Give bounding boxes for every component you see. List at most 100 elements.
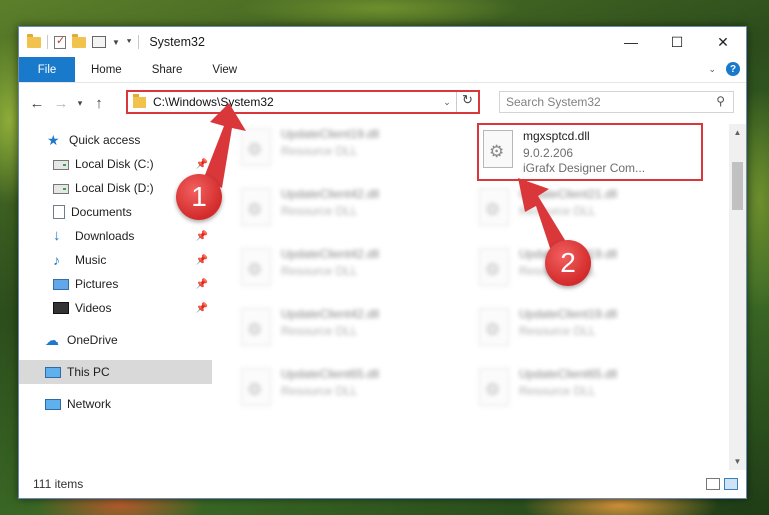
file-name: UpdateClient42.dll: [281, 307, 380, 321]
pin-icon[interactable]: 📌: [196, 279, 208, 290]
sidebar-item-music[interactable]: ♪ Music 📌: [19, 248, 212, 272]
tab-share[interactable]: Share: [137, 64, 198, 76]
search-placeholder: Search System32: [506, 95, 601, 109]
file-description: iGrafx Designer Com...: [523, 161, 646, 175]
properties-check-icon[interactable]: [54, 34, 66, 49]
sidebar-item-network[interactable]: Network: [19, 392, 212, 416]
large-icons-view-icon[interactable]: [724, 478, 738, 490]
tab-view[interactable]: View: [197, 64, 252, 76]
status-bar: 111 items: [19, 470, 746, 498]
dll-file-icon: ⚙: [241, 188, 271, 226]
search-icon[interactable]: ⚲: [716, 94, 725, 108]
step-1-badge: 1: [176, 174, 222, 220]
sidebar-item-label: Local Disk (D:): [75, 181, 154, 195]
disk-icon: [53, 160, 69, 170]
new-folder-icon[interactable]: [72, 33, 86, 48]
dll-file-icon: ⚙: [241, 308, 271, 346]
expand-ribbon-icon[interactable]: ⌄: [708, 64, 716, 75]
sidebar-item-videos[interactable]: Videos 📌: [19, 296, 212, 320]
details-view-icon[interactable]: [706, 478, 720, 490]
vertical-scrollbar[interactable]: ▲ ▼: [729, 124, 746, 470]
help-icon[interactable]: ?: [726, 62, 740, 76]
search-input[interactable]: Search System32 ⚲: [499, 91, 734, 113]
file-item[interactable]: ⚙ UpdateClient42.dll Resource DLL: [241, 244, 461, 298]
file-item[interactable]: ⚙ UpdateClient19.dll Resource DLL: [479, 304, 699, 358]
dll-file-icon: ⚙: [241, 248, 271, 286]
title-bar: ▼ ⯆ System32 — ☐ ✕: [19, 27, 746, 57]
file-type: Resource DLL: [281, 144, 358, 158]
folder-icon[interactable]: [27, 33, 41, 48]
file-type: Resource DLL: [519, 324, 596, 338]
folder-icon: [133, 93, 146, 108]
file-name: UpdateClient21.dll: [519, 187, 618, 201]
address-row: ← → ▾ ↑ C:\Windows\System32 ⌄ ↻ Search S…: [19, 83, 746, 123]
file-item[interactable]: ⚙ UpdateClient42.dll Resource DLL: [241, 184, 461, 238]
maximize-button[interactable]: ☐: [654, 27, 700, 57]
scroll-up-icon[interactable]: ▲: [729, 128, 746, 137]
dll-file-icon: ⚙: [241, 368, 271, 406]
sidebar-item-label: Downloads: [75, 229, 135, 243]
sidebar-item-local-disk-c[interactable]: Local Disk (C:) 📌: [19, 152, 212, 176]
window-controls: — ☐ ✕: [608, 27, 746, 57]
divider: [47, 35, 48, 49]
customize-toolbar-icon[interactable]: ⯆: [126, 37, 132, 47]
sidebar-item-this-pc[interactable]: This PC: [19, 360, 212, 384]
file-item[interactable]: ⚙ UpdateClient65.dll Resource DLL: [241, 364, 461, 418]
file-item-mgxsptcd[interactable]: ⚙ mgxsptcd.dll 9.0.2.206 iGrafx Designer…: [477, 123, 703, 181]
file-item[interactable]: ⚙ UpdateClient21.dll Resource DLL: [479, 184, 699, 238]
chevron-down-icon[interactable]: ▼: [112, 38, 120, 47]
up-button[interactable]: ↑: [87, 95, 111, 112]
address-path[interactable]: C:\Windows\System32: [153, 95, 438, 109]
file-item[interactable]: ⚙ UpdateClient19.dll Resource DLL: [241, 124, 461, 178]
file-type: Resource DLL: [519, 384, 596, 398]
sidebar-item-label: This PC: [67, 365, 110, 379]
refresh-button[interactable]: ↻: [456, 92, 478, 112]
pin-icon[interactable]: 📌: [196, 255, 208, 266]
file-name: UpdateClient19.dll: [519, 307, 618, 321]
file-type: Resource DLL: [281, 264, 358, 278]
file-name: UpdateClient65.dll: [281, 367, 380, 381]
properties-icon[interactable]: [92, 36, 106, 48]
ribbon-right: ⌄ ?: [708, 62, 740, 76]
download-icon: ↓: [53, 227, 61, 244]
file-item[interactable]: ⚙ UpdateClient65.dll Resource DLL: [479, 364, 699, 418]
tab-home[interactable]: Home: [75, 64, 137, 76]
sidebar-item-label: Quick access: [69, 133, 141, 147]
file-type: Resource DLL: [281, 324, 358, 338]
address-bar[interactable]: C:\Windows\System32 ⌄ ↻: [126, 90, 480, 114]
sidebar-item-label: OneDrive: [67, 333, 118, 347]
chevron-down-icon[interactable]: ⌄: [438, 97, 456, 108]
dll-file-icon: ⚙: [479, 248, 509, 286]
disk-icon: [53, 184, 69, 194]
scroll-down-icon[interactable]: ▼: [729, 457, 746, 466]
close-button[interactable]: ✕: [700, 27, 746, 57]
sidebar-item-onedrive[interactable]: ☁ OneDrive: [19, 328, 212, 352]
back-button[interactable]: ←: [25, 95, 49, 112]
music-icon: ♪: [53, 252, 60, 268]
tab-file[interactable]: File: [19, 57, 75, 82]
sidebar-item-pictures[interactable]: Pictures 📌: [19, 272, 212, 296]
divider: [138, 35, 140, 49]
item-count: 111 items: [33, 477, 84, 491]
file-item[interactable]: ⚙ UpdateClient42.dll Resource DLL: [241, 304, 461, 358]
pin-icon[interactable]: 📌: [196, 231, 208, 242]
forward-button[interactable]: →: [49, 95, 73, 112]
scrollbar-thumb[interactable]: [732, 162, 743, 210]
window-title: System32: [149, 35, 205, 49]
sidebar-item-label: Videos: [75, 301, 112, 315]
sidebar-item-quick-access[interactable]: ★ Quick access: [19, 128, 212, 152]
step-2-badge: 2: [545, 240, 591, 286]
file-type: Resource DLL: [519, 204, 596, 218]
pin-icon[interactable]: 📌: [196, 303, 208, 314]
recent-locations-button[interactable]: ▾: [73, 98, 87, 109]
dll-file-icon: ⚙: [479, 368, 509, 406]
pin-icon[interactable]: 📌: [196, 159, 208, 170]
ribbon-tabs: File Home Share View ⌄ ?: [19, 57, 746, 83]
file-type: Resource DLL: [281, 384, 358, 398]
dll-file-icon: ⚙: [241, 128, 271, 166]
file-name: mgxsptcd.dll: [523, 129, 590, 143]
sidebar-item-downloads[interactable]: ↓ Downloads 📌: [19, 224, 212, 248]
file-name: UpdateClient19.dll: [281, 127, 380, 141]
minimize-button[interactable]: —: [608, 27, 654, 57]
view-toggle: [706, 478, 738, 490]
